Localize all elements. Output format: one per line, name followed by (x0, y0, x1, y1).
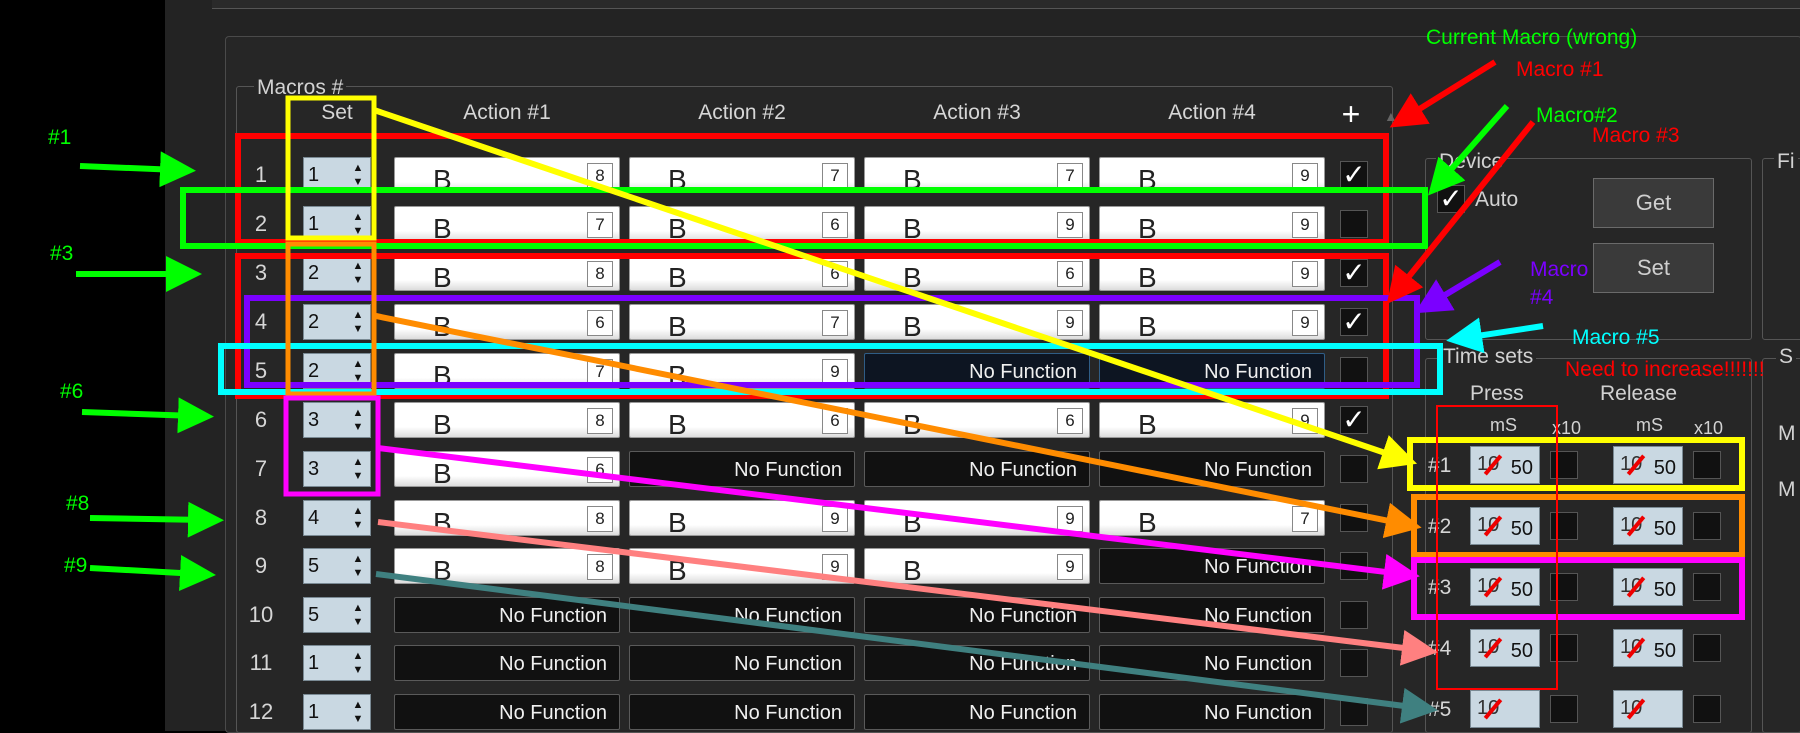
left-arrow-1 (79, 151, 196, 188)
timeset2-highlight (1411, 494, 1745, 558)
magenta-connector (377, 445, 1420, 590)
annotation-macro1: Macro #1 (1516, 58, 1604, 81)
annotation-left-1: #1 (48, 126, 72, 149)
macro1-arrow (1389, 59, 1497, 128)
macro4-arrow (1414, 259, 1502, 314)
left-arrow-6 (81, 397, 214, 434)
teal-connector (375, 571, 1438, 724)
timeset1-highlight (1407, 437, 1745, 491)
macro4-highlight (244, 295, 1420, 388)
macro3-arrow (1386, 120, 1536, 305)
set-col-orange-highlight (285, 241, 377, 397)
pink-connector (377, 519, 1438, 666)
annotation-left-6: #6 (60, 380, 84, 403)
macro5-arrow (1446, 317, 1544, 354)
press-col-highlight (1436, 405, 1558, 690)
left-arrow-8 (89, 501, 224, 538)
annotation-current-macro: Current Macro (wrong) (1426, 26, 1638, 49)
annotation-left-9: #9 (64, 554, 88, 577)
annotation-macro5: Macro #5 (1572, 326, 1660, 349)
set-col-yellow-highlight (285, 95, 377, 241)
yellow-connector (373, 107, 1418, 470)
annotation-macro4-line1: Macro (1530, 258, 1589, 281)
annotation-need-increase: Need to increase!!!!!!! (1565, 358, 1765, 381)
annotation-left-3: #3 (50, 242, 74, 265)
set-col-magenta-highlight (283, 395, 381, 497)
annotation-left-8: #8 (66, 492, 90, 515)
timeset3-highlight (1411, 557, 1745, 620)
annotation-macro4-line2: #4 (1530, 286, 1554, 309)
annotation-overlay (76, 59, 1745, 724)
left-arrow-9 (89, 555, 216, 591)
macro3-highlight (235, 253, 1389, 399)
annotation-macro3: Macro #3 (1592, 124, 1680, 147)
